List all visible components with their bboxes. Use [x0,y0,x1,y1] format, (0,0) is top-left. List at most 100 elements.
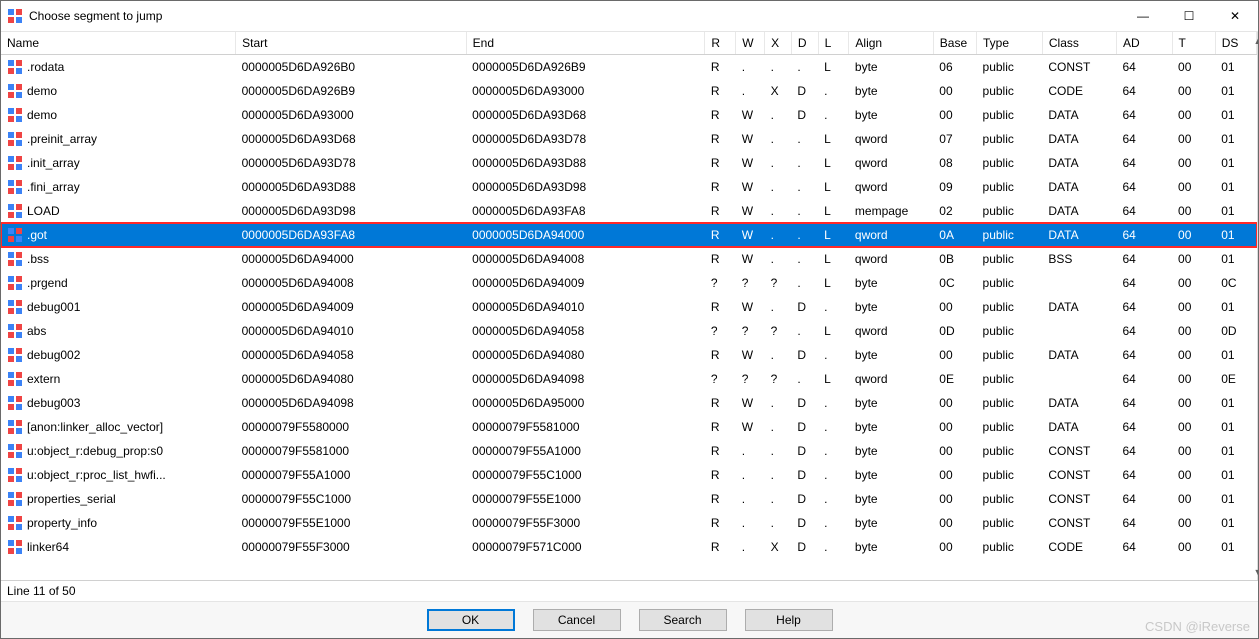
cell-class: CODE [1042,535,1116,559]
col-d[interactable]: D [791,32,818,55]
col-align[interactable]: Align [849,32,933,55]
cell-class: DATA [1042,151,1116,175]
segment-icon [7,491,27,507]
col-x[interactable]: X [765,32,792,55]
cell-class [1042,271,1116,295]
table-row[interactable]: abs0000005D6DA940100000005D6DA94058???.L… [1,319,1257,343]
cell-name: [anon:linker_alloc_vector] [1,415,236,439]
cell-base: 00 [933,463,976,487]
table-row[interactable]: LOAD0000005D6DA93D980000005D6DA93FA8RW..… [1,199,1257,223]
table-row[interactable]: .rodata0000005D6DA926B00000005D6DA926B9R… [1,55,1257,80]
segments-table[interactable]: Name Start End R W X D L Align Base Type… [1,32,1257,559]
ok-button[interactable]: OK [427,609,515,631]
cell-l: L [818,175,849,199]
col-t[interactable]: T [1172,32,1215,55]
cell-base: 09 [933,175,976,199]
cell-ds: 01 [1215,103,1256,127]
col-end[interactable]: End [466,32,705,55]
cell-l: . [818,415,849,439]
cell-type: public [977,199,1043,223]
cell-name: extern [1,367,236,391]
cell-l: . [818,511,849,535]
cell-align: byte [849,391,933,415]
table-row[interactable]: .fini_array0000005D6DA93D880000005D6DA93… [1,175,1257,199]
cell-start: 0000005D6DA93000 [236,103,467,127]
cell-name: debug001 [1,295,236,319]
col-ad[interactable]: AD [1116,32,1172,55]
segment-icon [7,299,27,315]
cell-end: 00000079F55F3000 [466,511,705,535]
cell-type: public [977,319,1043,343]
cell-r: R [705,247,736,271]
table-row[interactable]: debug0020000005D6DA940580000005D6DA94080… [1,343,1257,367]
col-start[interactable]: Start [236,32,467,55]
table-row[interactable]: demo0000005D6DA926B90000005D6DA93000R.XD… [1,79,1257,103]
cell-d: D [791,343,818,367]
table-row[interactable]: .bss0000005D6DA940000000005D6DA94008RW..… [1,247,1257,271]
table-row[interactable]: .init_array0000005D6DA93D780000005D6DA93… [1,151,1257,175]
segment-icon [7,179,27,195]
table-header[interactable]: Name Start End R W X D L Align Base Type… [1,32,1257,55]
col-type[interactable]: Type [977,32,1043,55]
minimize-button[interactable]: — [1120,1,1166,31]
cell-x: . [765,199,792,223]
button-bar: OK Cancel Search Help CSDN @iReverse [1,601,1258,638]
table-row[interactable]: property_info00000079F55E100000000079F55… [1,511,1257,535]
segment-name-label: abs [27,324,46,338]
segment-name-label: debug003 [27,396,80,410]
cell-t: 00 [1172,223,1215,247]
table-row[interactable]: debug0030000005D6DA940980000005D6DA95000… [1,391,1257,415]
col-ds[interactable]: DS [1215,32,1256,55]
table-row[interactable]: [anon:linker_alloc_vector]00000079F55800… [1,415,1257,439]
close-button[interactable]: ✕ [1212,1,1258,31]
segment-icon [7,347,27,363]
col-base[interactable]: Base [933,32,976,55]
cell-class [1042,367,1116,391]
table-row[interactable]: .prgend0000005D6DA940080000005D6DA94009?… [1,271,1257,295]
cell-name: .bss [1,247,236,271]
cell-t: 00 [1172,199,1215,223]
col-w[interactable]: W [736,32,765,55]
vertical-scrollbar[interactable]: ▲ ▼ [1257,32,1258,580]
cell-type: public [977,175,1043,199]
table-row[interactable]: u:object_r:proc_list_hwfi...00000079F55A… [1,463,1257,487]
help-button[interactable]: Help [745,609,833,631]
cell-end: 0000005D6DA93000 [466,79,705,103]
cell-l: . [818,463,849,487]
cell-align: byte [849,271,933,295]
cell-start: 00000079F55F3000 [236,535,467,559]
col-name[interactable]: Name [1,32,236,55]
segment-icon [7,371,27,387]
cell-l: . [818,487,849,511]
cell-align: byte [849,511,933,535]
table-row[interactable]: .got0000005D6DA93FA80000005D6DA94000RW..… [1,223,1257,247]
cell-type: public [977,463,1043,487]
cell-t: 00 [1172,247,1215,271]
cell-t: 00 [1172,175,1215,199]
table-row[interactable]: debug0010000005D6DA940090000005D6DA94010… [1,295,1257,319]
segment-name-label: u:object_r:debug_prop:s0 [27,444,163,458]
cell-w: W [736,247,765,271]
cell-align: qword [849,319,933,343]
col-r[interactable]: R [705,32,736,55]
table-row[interactable]: demo0000005D6DA930000000005D6DA93D68RW.D… [1,103,1257,127]
table-row[interactable]: extern0000005D6DA940800000005D6DA94098??… [1,367,1257,391]
cell-align: qword [849,367,933,391]
cell-l: L [818,151,849,175]
cell-l: L [818,247,849,271]
cell-x: . [765,55,792,80]
maximize-button[interactable]: ☐ [1166,1,1212,31]
table-row[interactable]: u:object_r:debug_prop:s000000079F5581000… [1,439,1257,463]
cell-d: D [791,79,818,103]
cancel-button[interactable]: Cancel [533,609,621,631]
col-class[interactable]: Class [1042,32,1116,55]
table-row[interactable]: .preinit_array0000005D6DA93D680000005D6D… [1,127,1257,151]
table-row[interactable]: linker6400000079F55F300000000079F571C000… [1,535,1257,559]
table-row[interactable]: properties_serial00000079F55C10000000007… [1,487,1257,511]
search-button[interactable]: Search [639,609,727,631]
cell-type: public [977,511,1043,535]
col-l[interactable]: L [818,32,849,55]
cell-r: R [705,415,736,439]
cell-x: X [765,79,792,103]
cell-r: R [705,151,736,175]
